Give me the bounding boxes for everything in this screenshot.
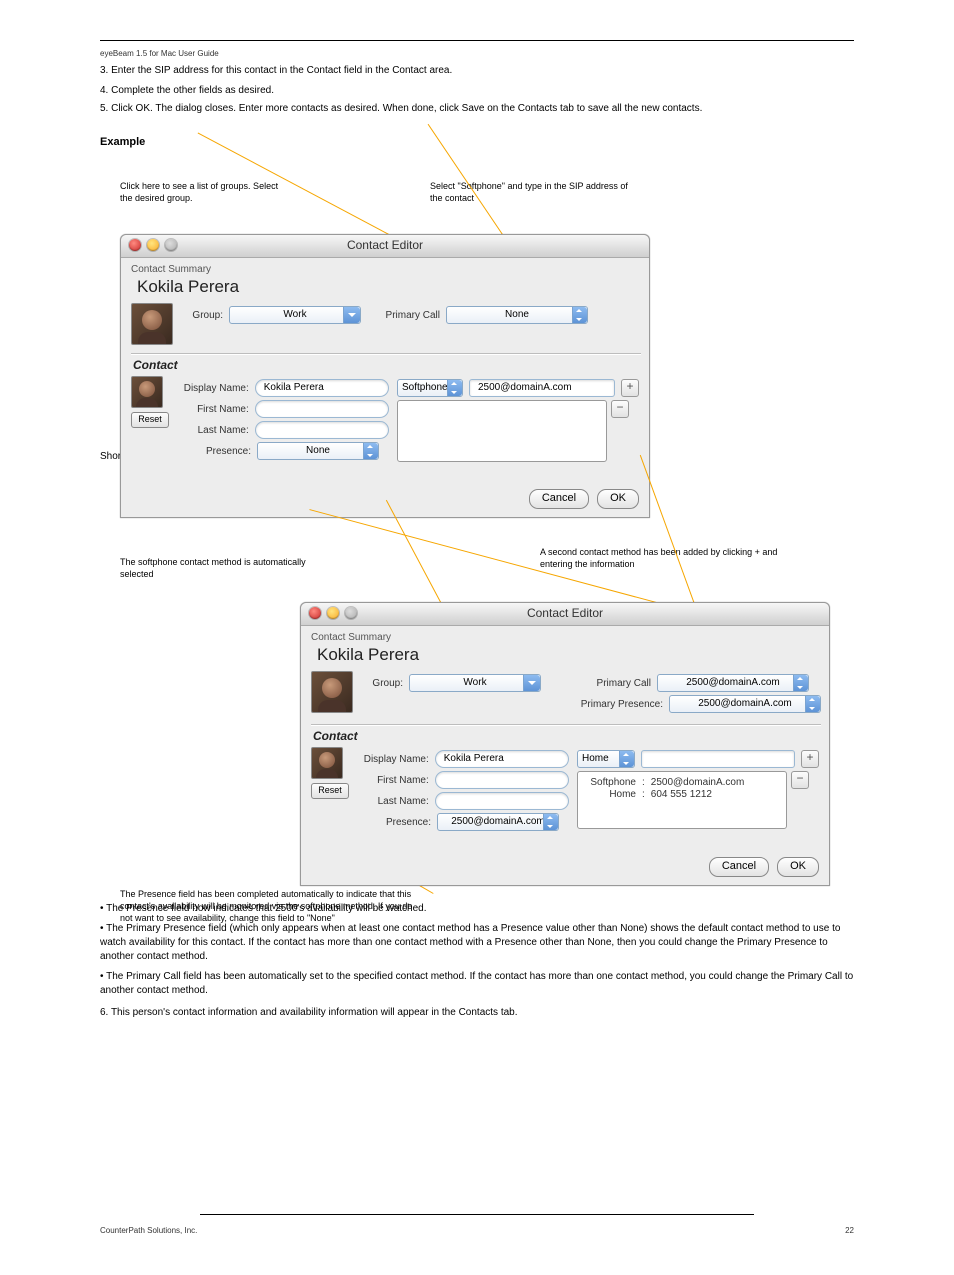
callout-auto-selected: The softphone contact method is automati… [120, 556, 330, 580]
presence-label: Presence: [179, 446, 251, 457]
first-name-field[interactable] [255, 400, 389, 418]
window-title: Contact Editor [301, 606, 829, 620]
window-title: Contact Editor [121, 238, 649, 252]
bullet-3: • The Primary Call field has been automa… [100, 970, 854, 998]
primary-call-label: Primary Call [375, 310, 440, 321]
step-5: 5. Click OK. The dialog closes. Enter mo… [100, 102, 854, 116]
primary-call-select[interactable]: None [446, 306, 588, 324]
remove-method-button[interactable]: − [611, 400, 629, 418]
contact-section-heading: Contact [133, 358, 641, 372]
display-name-field[interactable]: Kokila Perera [255, 379, 389, 397]
methods-list: Softphone:2500@domainA.com Home:604 555 … [577, 771, 787, 829]
contact-editor-dialog-before: Contact Editor Contact Summary Kokila Pe… [120, 234, 650, 518]
contact-name: Kokila Perera [317, 645, 821, 665]
titlebar: Contact Editor [301, 603, 829, 626]
group-select[interactable]: Work [409, 674, 541, 692]
ok-button[interactable]: OK [777, 857, 819, 877]
primary-call-label: Primary Call [571, 678, 651, 689]
last-name-field[interactable] [435, 792, 569, 810]
page-number: 22 [845, 1226, 854, 1235]
step-3: 3. Enter the SIP address for this contac… [100, 64, 854, 78]
contact-section-heading: Contact [313, 729, 821, 743]
method-type-select[interactable]: Softphone [397, 379, 463, 397]
primary-call-select[interactable]: 2500@domainA.com [657, 674, 809, 692]
footer-company: CounterPath Solutions, Inc. [100, 1226, 197, 1235]
list-item: Softphone:2500@domainA.com [584, 777, 780, 788]
display-name-label: Display Name: [179, 383, 249, 394]
first-name-field[interactable] [435, 771, 569, 789]
presence-label: Presence: [359, 817, 431, 828]
doc-title: eyeBeam 1.5 for Mac User Guide [100, 49, 219, 58]
callout-softphone: Select "Softphone" and type in the SIP a… [430, 180, 630, 204]
display-name-field[interactable]: Kokila Perera [435, 750, 569, 768]
primary-presence-label: Primary Presence: [567, 699, 663, 710]
avatar-small [311, 747, 343, 779]
add-method-button[interactable]: + [801, 750, 819, 768]
contact-name: Kokila Perera [137, 277, 641, 297]
ok-button[interactable]: OK [597, 489, 639, 509]
group-label: Group: [183, 310, 223, 321]
primary-presence-select[interactable]: 2500@domainA.com [669, 695, 821, 713]
method-value-field[interactable]: 2500@domainA.com [469, 379, 615, 397]
cancel-button[interactable]: Cancel [529, 489, 589, 509]
titlebar: Contact Editor [121, 235, 649, 258]
group-select[interactable]: Work [229, 306, 361, 324]
presence-select[interactable]: 2500@domainA.com [437, 813, 559, 831]
dropdown-icon [343, 307, 360, 323]
add-method-button[interactable]: + [621, 379, 639, 397]
reset-button[interactable]: Reset [311, 783, 349, 799]
last-name-label: Last Name: [359, 796, 429, 807]
summary-label: Contact Summary [311, 632, 821, 643]
last-name-field[interactable] [255, 421, 389, 439]
step-4: 4. Complete the other fields as desired. [100, 84, 854, 98]
avatar-small [131, 376, 163, 408]
avatar [311, 671, 353, 713]
method-type-select[interactable]: Home [577, 750, 635, 768]
step-6: 6. This person's contact information and… [100, 1006, 854, 1020]
last-name-label: Last Name: [179, 425, 249, 436]
methods-list [397, 400, 607, 462]
first-name-label: First Name: [179, 404, 249, 415]
remove-method-button[interactable]: − [791, 771, 809, 789]
cancel-button[interactable]: Cancel [709, 857, 769, 877]
contact-editor-dialog-after: Contact Editor Contact Summary Kokila Pe… [300, 602, 830, 886]
stepper-icon [572, 307, 587, 323]
group-label: Group: [363, 678, 403, 689]
bullet-2: • The Primary Presence field (which only… [100, 922, 854, 964]
reset-button[interactable]: Reset [131, 412, 169, 428]
summary-label: Contact Summary [131, 264, 641, 275]
callout-second-method: A second contact method has been added b… [540, 546, 800, 570]
callout-presence-auto: The Presence field has been completed au… [120, 888, 420, 924]
display-name-label: Display Name: [359, 754, 429, 765]
method-value-field[interactable] [641, 750, 795, 768]
presence-select[interactable]: None [257, 442, 379, 460]
avatar [131, 303, 173, 345]
list-item: Home:604 555 1212 [584, 789, 780, 800]
callout-group: Click here to see a list of groups. Sele… [120, 180, 290, 204]
first-name-label: First Name: [359, 775, 429, 786]
